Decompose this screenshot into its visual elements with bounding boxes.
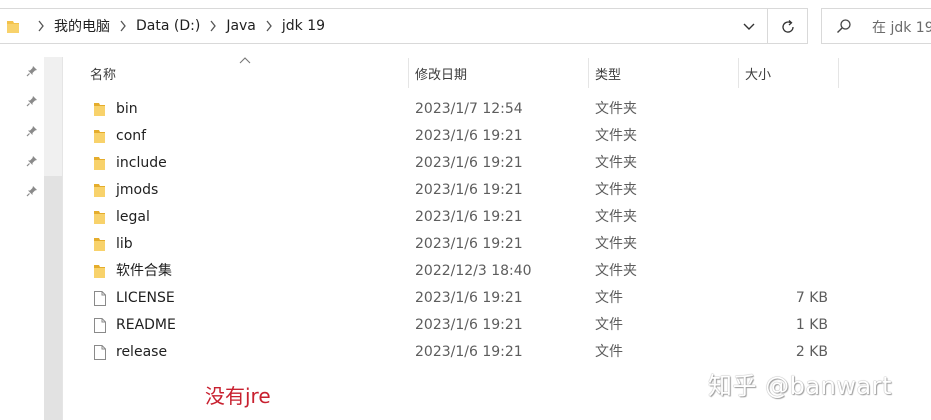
- file-type: 文件夹: [595, 209, 637, 225]
- file-date: 2023/1/6 19:21: [415, 209, 523, 225]
- file-name: include: [116, 155, 167, 171]
- folder-icon: [93, 101, 107, 118]
- file-size: [753, 258, 828, 285]
- table-row[interactable]: conf 2023/1/6 19:21 文件夹: [63, 123, 931, 150]
- file-name: README: [116, 317, 176, 333]
- file-icon: [93, 344, 107, 361]
- file-name: LICENSE: [116, 290, 175, 306]
- file-type: 文件: [595, 317, 623, 333]
- file-size: 1 KB: [795, 317, 828, 333]
- column-header-modified[interactable]: 修改日期: [408, 56, 588, 90]
- pin-icon[interactable]: [24, 183, 40, 199]
- file-name: bin: [116, 101, 138, 117]
- folder-icon: [93, 263, 107, 280]
- nav-scrollbar-thumb[interactable]: [44, 176, 62, 420]
- table-row[interactable]: README 2023/1/6 19:21 文件 1 KB: [63, 312, 931, 339]
- file-size: [753, 177, 828, 204]
- file-name: conf: [116, 128, 147, 144]
- file-date: 2023/1/6 19:21: [415, 236, 523, 252]
- column-header-modified-label: 修改日期: [415, 67, 468, 83]
- search-input[interactable]: 在 jdk 19: [872, 17, 931, 37]
- pin-icon[interactable]: [24, 123, 40, 139]
- file-name: legal: [116, 209, 150, 225]
- column-divider[interactable]: [838, 58, 839, 88]
- column-header-size[interactable]: 大小: [738, 56, 838, 90]
- folder-icon: [6, 19, 20, 33]
- refresh-icon[interactable]: [775, 15, 801, 39]
- file-size: 7 KB: [795, 290, 828, 306]
- chevron-right-icon[interactable]: [30, 9, 52, 43]
- column-headers: 名称 修改日期 类型 大小: [63, 56, 931, 90]
- file-size: [753, 96, 828, 123]
- chevron-right-icon[interactable]: [202, 9, 224, 43]
- file-size: [753, 123, 828, 150]
- folder-icon: [93, 128, 107, 145]
- table-row[interactable]: jmods 2023/1/6 19:21 文件夹: [63, 177, 931, 204]
- file-name: 软件合集: [116, 263, 172, 279]
- column-header-name[interactable]: 名称: [83, 56, 408, 90]
- file-date: 2023/1/6 19:21: [415, 182, 523, 198]
- table-row[interactable]: 软件合集 2022/12/3 18:40 文件夹: [63, 258, 931, 285]
- divider: [767, 9, 768, 43]
- file-type: 文件夹: [595, 236, 637, 252]
- chevron-right-icon[interactable]: [258, 9, 280, 43]
- file-type: 文件: [595, 290, 623, 306]
- file-size: [753, 231, 828, 258]
- watermark: 知乎 @banwart: [708, 372, 892, 400]
- file-size: 2 KB: [795, 344, 828, 360]
- annotation-text: 没有jre: [205, 384, 271, 408]
- table-row[interactable]: legal 2023/1/6 19:21 文件夹: [63, 204, 931, 231]
- folder-icon: [93, 209, 107, 226]
- table-row[interactable]: LICENSE 2023/1/6 19:21 文件 7 KB: [63, 285, 931, 312]
- pin-icon[interactable]: [24, 63, 40, 79]
- table-row[interactable]: lib 2023/1/6 19:21 文件夹: [63, 231, 931, 258]
- file-date: 2023/1/6 19:21: [415, 155, 523, 171]
- file-icon: [93, 290, 107, 307]
- breadcrumb-item-this-pc[interactable]: 我的电脑: [52, 16, 112, 36]
- table-row[interactable]: include 2023/1/6 19:21 文件夹: [63, 150, 931, 177]
- table-row[interactable]: release 2023/1/6 19:21 文件 2 KB: [63, 339, 931, 366]
- folder-icon: [93, 155, 107, 172]
- file-name: release: [116, 344, 168, 360]
- file-date: 2023/1/6 19:21: [415, 290, 523, 306]
- file-name: lib: [116, 236, 133, 252]
- folder-icon: [93, 236, 107, 253]
- file-date: 2023/1/6 19:21: [415, 128, 523, 144]
- chevron-down-icon[interactable]: [738, 17, 760, 37]
- file-type: 文件夹: [595, 101, 637, 117]
- file-type: 文件夹: [595, 182, 637, 198]
- table-row[interactable]: bin 2023/1/7 12:54 文件夹: [63, 96, 931, 123]
- search-icon: [836, 18, 852, 38]
- breadcrumb-item-drive[interactable]: Data (D:): [134, 18, 202, 34]
- chevron-right-icon[interactable]: [112, 9, 134, 43]
- breadcrumb-item-java[interactable]: Java: [224, 18, 258, 34]
- column-header-name-label: 名称: [90, 67, 117, 83]
- folder-icon: [93, 182, 107, 199]
- file-type: 文件: [595, 344, 623, 360]
- file-name: jmods: [116, 182, 159, 198]
- column-header-type-label: 类型: [595, 67, 622, 83]
- pin-icon[interactable]: [24, 153, 40, 169]
- breadcrumb-item-jdk19[interactable]: jdk 19: [280, 18, 327, 34]
- navigation-pane: [0, 57, 44, 420]
- file-size: [753, 204, 828, 231]
- column-header-size-label: 大小: [745, 67, 772, 83]
- file-date: 2022/12/3 18:40: [415, 263, 532, 279]
- address-bar[interactable]: 我的电脑 Data (D:) Java jdk 19: [0, 8, 808, 44]
- search-box[interactable]: 在 jdk 19: [821, 8, 931, 44]
- file-icon: [93, 317, 107, 334]
- file-type: 文件夹: [595, 263, 637, 279]
- file-type: 文件夹: [595, 128, 637, 144]
- file-type: 文件夹: [595, 155, 637, 171]
- column-header-type[interactable]: 类型: [588, 56, 738, 90]
- breadcrumb: 我的电脑 Data (D:) Java jdk 19: [30, 9, 327, 43]
- file-size: [753, 150, 828, 177]
- file-date: 2023/1/6 19:21: [415, 317, 523, 333]
- file-date: 2023/1/6 19:21: [415, 344, 523, 360]
- pin-icon[interactable]: [24, 93, 40, 109]
- file-list: bin 2023/1/7 12:54 文件夹 conf 2023/1/6 19:…: [63, 96, 931, 366]
- file-date: 2023/1/7 12:54: [415, 101, 523, 117]
